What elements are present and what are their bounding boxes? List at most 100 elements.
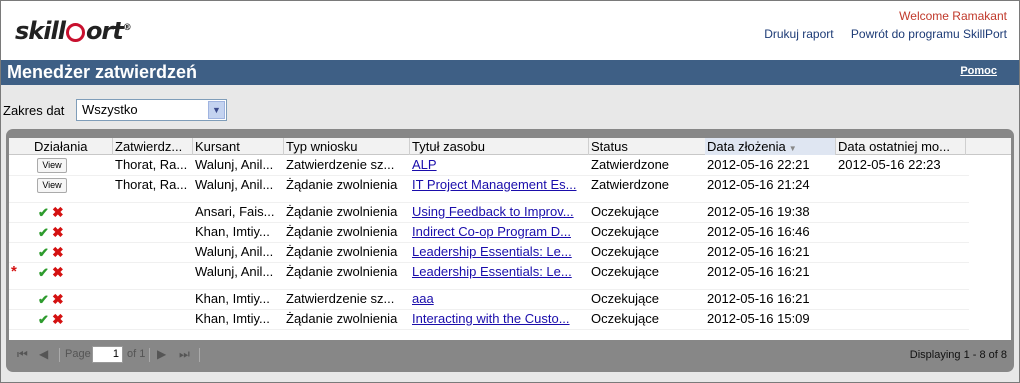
col-header-submitted[interactable]: Data złożenia ▼ <box>705 138 835 155</box>
table-row: * ✔ ✖ Walunj, Anil... Żądanie zwolnienia… <box>9 263 969 290</box>
resource-title-link[interactable]: aaa <box>412 291 588 306</box>
pager-separator <box>59 348 60 362</box>
grid-header: Działania Zatwierdz... Kursant Typ wnios… <box>9 138 1011 155</box>
approve-icon[interactable]: ✔ <box>38 245 49 261</box>
approve-icon[interactable]: ✔ <box>38 312 49 328</box>
view-button[interactable]: View <box>37 158 67 173</box>
resource-title-link[interactable]: IT Project Management Es... <box>412 177 588 192</box>
resource-title-link[interactable]: Indirect Co-op Program D... <box>412 224 588 239</box>
cell-learner: Khan, Imtiy... <box>195 311 270 326</box>
reject-icon[interactable]: ✖ <box>52 244 64 261</box>
cell-learner: Walunj, Anil... <box>195 244 274 259</box>
resource-title-link[interactable]: Interacting with the Custo... <box>412 311 588 326</box>
cell-approver: Thorat, Ra... <box>115 177 188 192</box>
skillport-logo: skill ort® <box>15 17 132 45</box>
cell-status: Oczekujące <box>591 264 659 279</box>
cell-learner: Walunj, Anil... <box>195 177 274 192</box>
col-header-learner[interactable]: Kursant <box>195 139 283 154</box>
cell-learner: Walunj, Anil... <box>195 264 274 279</box>
approve-icon[interactable]: ✔ <box>38 205 49 221</box>
col-separator <box>192 138 193 155</box>
cell-status: Zatwierdzone <box>591 157 670 172</box>
date-range-select[interactable]: Wszystko ▼ <box>76 99 227 121</box>
table-row: ✔ ✖ Walunj, Anil... Żądanie zwolnienia L… <box>9 243 969 263</box>
approve-icon[interactable]: ✔ <box>38 265 49 281</box>
col-separator <box>588 138 589 155</box>
col-header-status[interactable]: Status <box>591 139 703 154</box>
table-row: ✔ ✖ Khan, Imtiy... Zatwierdzenie sz... a… <box>9 290 969 310</box>
pager-separator <box>149 348 150 362</box>
col-header-approver[interactable]: Zatwierdz... <box>115 139 191 154</box>
table-row: ✔ ✖ Khan, Imtiy... Żądanie zwolnienia In… <box>9 223 969 243</box>
table-row: ✔ ✖ Khan, Imtiy... Żądanie zwolnienia In… <box>9 310 969 330</box>
reject-icon[interactable]: ✖ <box>52 264 64 281</box>
col-header-actions[interactable]: Działania <box>34 139 114 154</box>
back-to-program-link[interactable]: Powrót do programu SkillPort <box>851 27 1007 41</box>
resource-title-link[interactable]: ALP <box>412 157 588 172</box>
page-number-input[interactable]: 1 <box>92 346 123 363</box>
table-row: View Thorat, Ra... Walunj, Anil... Zatwi… <box>9 156 969 176</box>
prev-page-icon[interactable]: ◀ <box>39 347 48 361</box>
cell-request-type: Żądanie zwolnienia <box>286 311 398 326</box>
cell-submitted: 2012-05-16 16:21 <box>707 291 810 306</box>
date-range-label: Zakres dat <box>3 103 65 118</box>
cell-submitted: 2012-05-16 16:21 <box>707 244 810 259</box>
cell-learner: Khan, Imtiy... <box>195 291 270 306</box>
next-page-icon[interactable]: ▶ <box>157 347 166 361</box>
cell-request-type: Żądanie zwolnienia <box>286 264 398 279</box>
cell-modified: 2012-05-16 22:23 <box>838 157 941 172</box>
cell-status: Oczekujące <box>591 291 659 306</box>
cell-learner: Ansari, Fais... <box>195 204 275 219</box>
approve-icon[interactable]: ✔ <box>38 292 49 308</box>
date-range-value: Wszystko <box>82 102 138 117</box>
resource-title-link[interactable]: Leadership Essentials: Le... <box>412 244 588 259</box>
cell-request-type: Żądanie zwolnienia <box>286 204 398 219</box>
reject-icon[interactable]: ✖ <box>52 204 64 221</box>
last-page-icon[interactable]: ⏭ <box>179 347 190 362</box>
approvals-grid: Działania Zatwierdz... Kursant Typ wnios… <box>9 138 1011 340</box>
col-header-request-type[interactable]: Typ wniosku <box>286 139 410 154</box>
col-separator <box>283 138 284 155</box>
help-link[interactable]: Pomoc <box>960 65 997 77</box>
cell-request-type: Żądanie zwolnienia <box>286 177 398 192</box>
page-title: Menedżer zatwierdzeń <box>7 62 198 82</box>
cell-request-type: Zatwierdzenie sz... <box>286 291 395 306</box>
cell-status: Zatwierdzone <box>591 177 670 192</box>
cell-learner: Walunj, Anil... <box>195 157 274 172</box>
cell-submitted: 2012-05-16 16:21 <box>707 264 810 279</box>
page-of-label: of 1 <box>127 348 146 360</box>
col-header-resource-title[interactable]: Tytuł zasobu <box>412 139 588 154</box>
cell-status: Oczekujące <box>591 244 659 259</box>
approve-icon[interactable]: ✔ <box>38 225 49 241</box>
col-header-modified[interactable]: Data ostatniej mo... <box>838 139 964 154</box>
reject-icon[interactable]: ✖ <box>52 311 64 328</box>
view-button[interactable]: View <box>37 178 67 193</box>
cell-submitted: 2012-05-16 15:09 <box>707 311 810 326</box>
print-report-link[interactable]: Drukuj raport <box>764 27 833 41</box>
cell-status: Oczekujące <box>591 204 659 219</box>
col-separator <box>409 138 410 155</box>
cell-request-type: Żądanie zwolnienia <box>286 224 398 239</box>
reject-icon[interactable]: ✖ <box>52 224 64 241</box>
resource-title-link[interactable]: Leadership Essentials: Le... <box>412 264 588 279</box>
chevron-down-icon[interactable]: ▼ <box>208 101 225 119</box>
first-page-icon[interactable]: ⏮ <box>17 347 28 362</box>
cell-approver: Thorat, Ra... <box>115 157 188 172</box>
cell-submitted: 2012-05-16 21:24 <box>707 177 810 192</box>
resource-title-link[interactable]: Using Feedback to Improv... <box>412 204 588 219</box>
top-links: Drukuj raport Powrót do programu SkillPo… <box>750 27 1007 41</box>
reject-icon[interactable]: ✖ <box>52 291 64 308</box>
pager-separator <box>199 348 200 362</box>
displaying-count: Displaying 1 - 8 of 8 <box>909 349 1007 361</box>
col-header-submitted-label: Data złożenia <box>707 139 786 154</box>
welcome-text: Welcome Ramakant <box>899 9 1007 23</box>
cell-request-type: Zatwierdzenie sz... <box>286 157 395 172</box>
col-separator <box>112 138 113 155</box>
table-row: View Thorat, Ra... Walunj, Anil... Żądan… <box>9 176 969 203</box>
approvals-panel: Działania Zatwierdz... Kursant Typ wnios… <box>6 129 1014 372</box>
cell-submitted: 2012-05-16 19:38 <box>707 204 810 219</box>
table-row: ✔ ✖ Ansari, Fais... Żądanie zwolnienia U… <box>9 203 969 223</box>
col-separator <box>965 138 966 155</box>
cell-submitted: 2012-05-16 16:46 <box>707 224 810 239</box>
pagination-bar: ⏮ ◀ Page 1 of 1 ▶ ⏭ Displaying 1 - 8 of … <box>9 343 1011 367</box>
